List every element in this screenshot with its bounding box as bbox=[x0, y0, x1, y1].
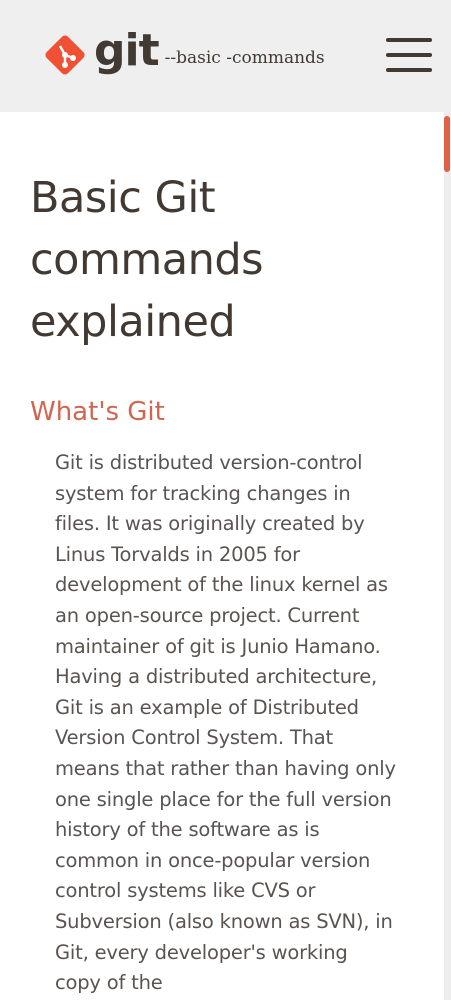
logo-wordmark: git bbox=[94, 25, 160, 76]
logo-tagline: --basic -commands bbox=[164, 48, 325, 68]
top-navigation-bar: git --basic -commands bbox=[0, 0, 451, 112]
page-title: Basic Git commands explained bbox=[30, 173, 264, 347]
menu-bar-line bbox=[386, 38, 432, 42]
scrollbar-track[interactable] bbox=[444, 112, 451, 1000]
menu-bar-line bbox=[386, 68, 432, 72]
menu-bar-line bbox=[386, 53, 432, 57]
scrollbar-thumb[interactable] bbox=[444, 116, 450, 172]
main-content: Basic Git commands explained What's Git … bbox=[0, 112, 444, 1000]
git-logo-icon bbox=[45, 35, 85, 75]
section-heading-whats-git: What's Git bbox=[30, 397, 165, 427]
section-paragraph: Git is distributed version-control syste… bbox=[55, 451, 396, 995]
git-logo[interactable]: git --basic -commands bbox=[42, 25, 325, 78]
hamburger-menu-icon[interactable] bbox=[386, 38, 432, 72]
